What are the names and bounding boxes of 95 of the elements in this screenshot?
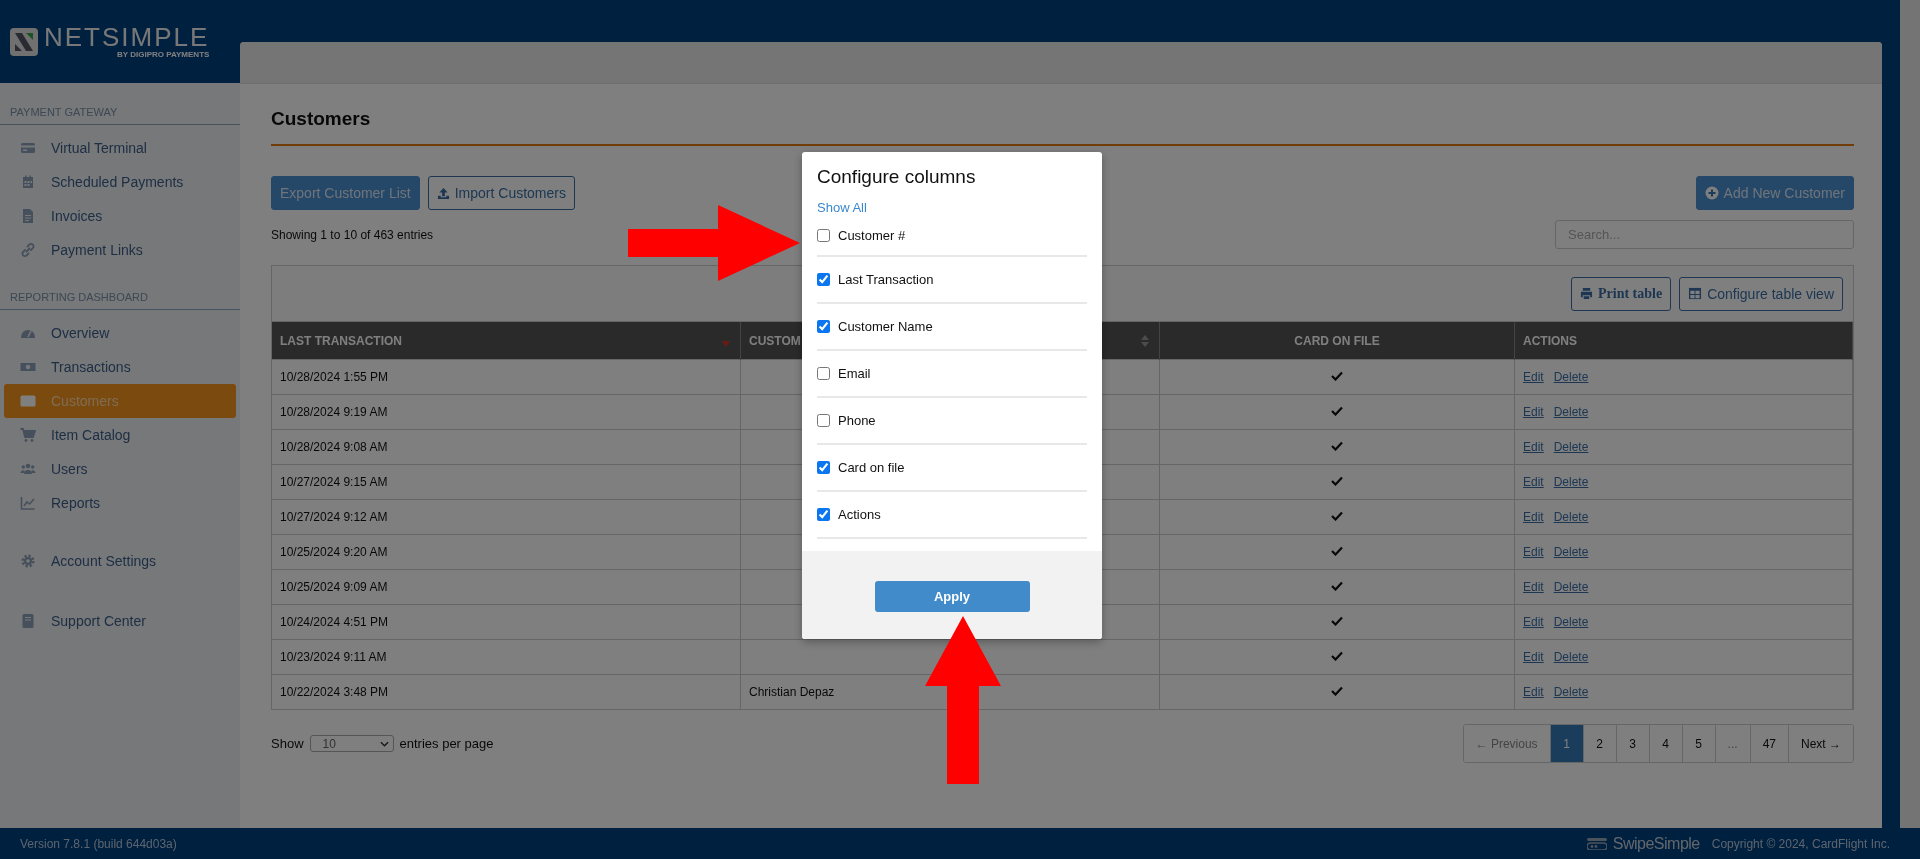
table-link[interactable]: Delete [1553, 440, 1589, 454]
copyright-text: Copyright © 2024, CardFlight Inc. [1711, 836, 1890, 851]
table-cell: 10/23/2024 9:11 AM [272, 639, 741, 675]
checkbox[interactable] [817, 461, 830, 474]
table-icon [1688, 287, 1703, 300]
caret-icon [379, 740, 389, 747]
show-all-link[interactable]: Show All [817, 200, 1087, 215]
checkbox-label: Email [838, 366, 871, 381]
export-button[interactable]: Export Customer List [271, 176, 420, 210]
column-header[interactable]: ACTIONS [1514, 322, 1853, 360]
page-size-label: entries per page [399, 736, 494, 751]
add-customer-button[interactable]: Add New Customer [1695, 176, 1854, 210]
import-button[interactable]: Import Customers [427, 176, 575, 210]
sort-icon [722, 341, 730, 348]
table-link[interactable]: Delete [1553, 545, 1589, 559]
chart-icon [20, 495, 36, 511]
table-link[interactable]: Delete [1553, 405, 1589, 419]
table-cell: 10/28/2024 9:19 AM [272, 394, 741, 430]
table-link[interactable]: Delete [1553, 685, 1589, 699]
sidebar-item[interactable]: Transactions [4, 350, 236, 384]
checkbox-label: Last Transaction [838, 272, 934, 287]
page-size-select[interactable]: 10 [309, 735, 394, 752]
logo-icon [10, 27, 38, 56]
table-link[interactable]: Delete [1553, 370, 1589, 384]
sidebar-item[interactable]: Overview [4, 316, 236, 350]
column-header[interactable]: LAST TRANSACTION [272, 322, 741, 360]
table-cell: 10/25/2024 9:20 AM [272, 534, 741, 570]
link-icon [20, 242, 36, 258]
table-cell: 10/28/2024 1:55 PM [272, 359, 741, 395]
checkbox-label: Actions [838, 507, 881, 522]
table-link[interactable]: Delete [1553, 475, 1589, 489]
plus-icon [1704, 186, 1719, 200]
table-link[interactable]: Edit [1523, 685, 1544, 699]
checkbox[interactable] [817, 367, 830, 380]
table-link[interactable]: Edit [1523, 510, 1544, 524]
sidebar-item[interactable]: Payment Links [4, 233, 236, 267]
table-link[interactable]: Edit [1523, 650, 1544, 664]
cart-icon [20, 427, 36, 443]
brand-tagline: BY DIGIPRO PAYMENTS [117, 50, 210, 59]
table-link[interactable]: Delete [1553, 615, 1589, 629]
checkbox-label: Customer # [838, 227, 906, 243]
swipe-logo-icon [1586, 837, 1607, 850]
checkbox[interactable] [817, 414, 830, 427]
table-cell: 10/25/2024 9:09 AM [272, 569, 741, 605]
checkbox-label: Customer Name [838, 319, 933, 334]
card-icon [20, 140, 36, 156]
printer-icon [1580, 287, 1593, 300]
version-text: Version 7.8.1 (build 644d03a) [20, 836, 177, 851]
apply-button[interactable]: Apply [874, 580, 1030, 612]
brand-logo: SwipeSimple [1612, 834, 1700, 853]
users-icon [20, 461, 36, 477]
dialog-title: Configure columns [817, 166, 977, 188]
sidebar-item[interactable]: Support Center [4, 604, 236, 638]
entries-info: Showing 1 to 10 of 463 entries [271, 227, 434, 242]
table-link[interactable]: Edit [1523, 370, 1544, 384]
document-icon [20, 208, 36, 224]
table-cell: 10/28/2024 9:08 AM [272, 429, 741, 465]
page-size-label: Show [271, 736, 304, 751]
checkbox-label: Phone [838, 413, 876, 428]
checkbox[interactable] [817, 508, 830, 521]
table-link[interactable]: Edit [1523, 405, 1544, 419]
pagination-button[interactable]: 1 [1550, 725, 1584, 762]
table-link[interactable]: Delete [1553, 580, 1589, 594]
table-link[interactable]: Edit [1523, 475, 1544, 489]
table-cell: 10/24/2024 4:51 PM [272, 604, 741, 640]
configure-table-button[interactable]: Configure table view [1679, 276, 1843, 311]
sidebar-item[interactable]: Virtual Terminal [4, 131, 236, 165]
table-link[interactable]: Edit [1523, 440, 1544, 454]
upload-icon [436, 186, 450, 200]
sort-icon [1141, 334, 1149, 347]
brand-name: NETSIMPLE [44, 24, 210, 50]
checkbox-label: Card on file [838, 460, 905, 475]
table-cell: 10/22/2024 3:48 PM [272, 674, 741, 709]
settings-icon [20, 553, 36, 569]
sidebar-item[interactable]: Users [4, 452, 236, 486]
sidebar-item[interactable]: Invoices [4, 199, 236, 233]
table-cell: 10/27/2024 9:15 AM [272, 464, 741, 500]
page-title: Customers [271, 108, 1854, 146]
checkbox[interactable] [817, 273, 830, 286]
checkbox[interactable] [817, 228, 830, 242]
sidebar-item[interactable]: Account Settings [4, 544, 236, 578]
table-link[interactable]: Edit [1523, 545, 1544, 559]
table-link[interactable]: Edit [1523, 615, 1544, 629]
table-link[interactable]: Delete [1553, 650, 1589, 664]
sidebar-item[interactable]: Item Catalog [4, 418, 236, 452]
calendar-icon [20, 174, 36, 190]
sidebar-item[interactable]: Reports [4, 486, 236, 520]
checkbox[interactable] [817, 320, 830, 333]
print-table-button[interactable]: Print table [1571, 276, 1672, 311]
book-icon [20, 613, 36, 629]
table-link[interactable]: Delete [1553, 510, 1589, 524]
table-cell: 10/27/2024 9:12 AM [272, 499, 741, 535]
sidebar-item[interactable]: Scheduled Payments [4, 165, 236, 199]
table-link[interactable]: Edit [1523, 580, 1544, 594]
column-header[interactable]: CARD ON FILE [1159, 322, 1515, 360]
